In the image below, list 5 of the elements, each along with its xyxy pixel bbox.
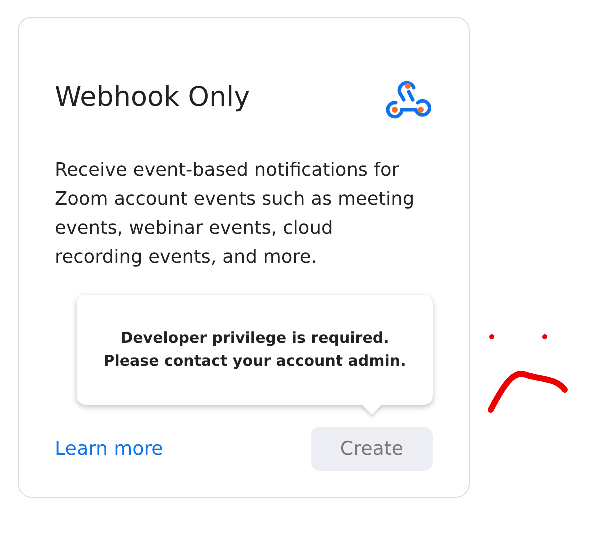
tooltip-text: Please contact your account admin. bbox=[104, 351, 406, 372]
learn-more-link[interactable]: Learn more bbox=[55, 438, 164, 460]
tooltip-text: Developer privilege is required. bbox=[120, 328, 390, 349]
card-description: Receive event-based notifications for Zoom account events such as meeting events, webinar events, cloud recording events, and more. bbox=[55, 159, 416, 270]
card-title: Webhook Only bbox=[55, 82, 250, 112]
